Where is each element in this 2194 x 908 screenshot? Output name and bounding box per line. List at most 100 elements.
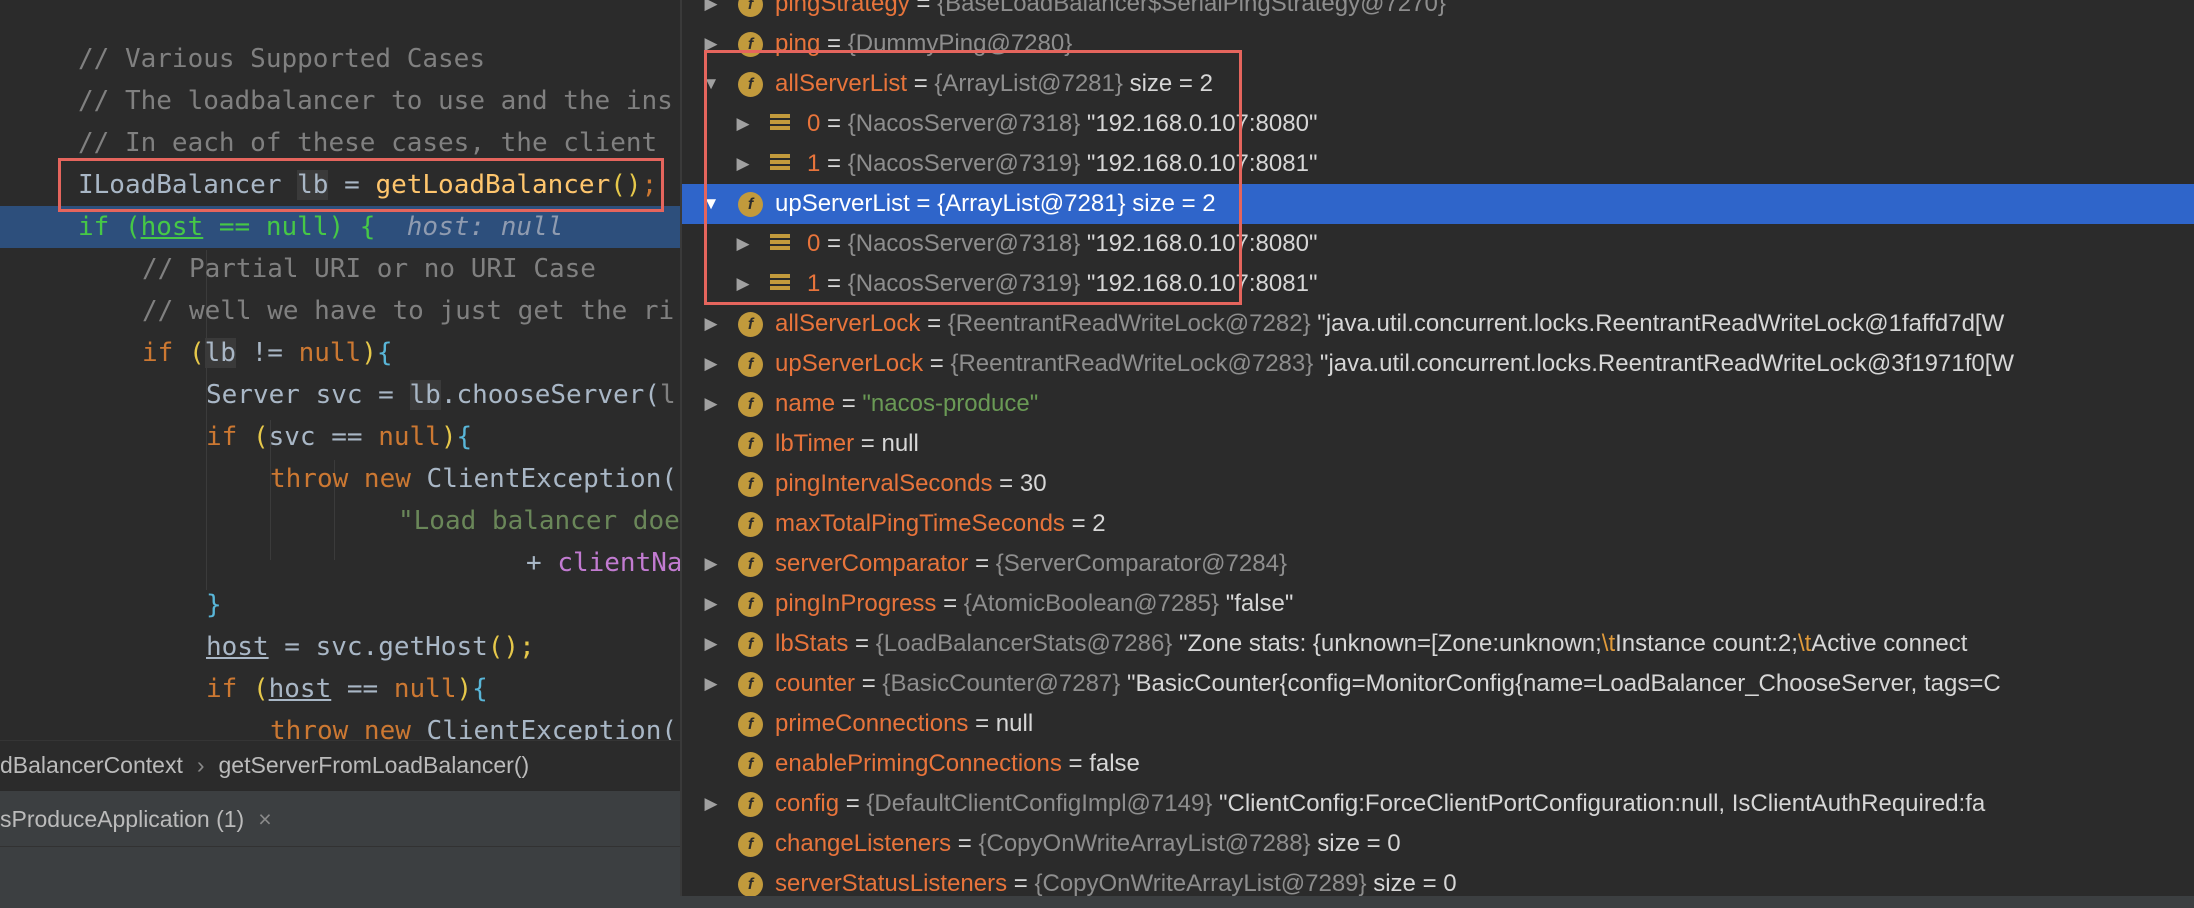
code-line-text: throw new ClientException( — [270, 710, 677, 740]
code-token: = svc.getHost — [268, 632, 488, 662]
variables-panel: ▶ f pingStrategy = {BaseLoadBalancer$Seria… — [680, 0, 2194, 908]
variable-text: primeConnections = null — [775, 704, 1033, 744]
variable-name: enablePrimingConnections — [775, 750, 1062, 777]
horizontal-scrollbar[interactable] — [680, 896, 2194, 908]
code-line[interactable]: throw new ClientException( — [0, 458, 680, 500]
expand-arrow-icon[interactable]: ▶ — [700, 0, 722, 24]
breadcrumb-item-class[interactable]: dBalancerContext — [0, 752, 183, 778]
variable-row-config[interactable]: ▶ f config = {DefaultClientConfigImpl@7149… — [682, 784, 2194, 824]
equals-sign: = — [839, 790, 867, 817]
expand-arrow-icon[interactable]: ▶ — [700, 384, 722, 424]
variable-text: lbTimer = null — [775, 424, 919, 464]
variable-value: 30 — [1019, 470, 1047, 497]
variable-row-pingStrategy[interactable]: ▶ f pingStrategy = {BaseLoadBalancer$Seria… — [682, 0, 2194, 24]
variable-row-enablePrimingConnections[interactable]: f enablePrimingConnections = false — [682, 744, 2194, 784]
variable-value: "BasicCounter{config=MonitorConfig{name=… — [1126, 670, 2001, 697]
variable-row-pingIntervalSeconds[interactable]: f pingIntervalSeconds = 30 — [682, 464, 2194, 504]
variable-row-counter[interactable]: ▶ f counter = {BasicCounter@7287} "BasicCo… — [682, 664, 2194, 704]
breadcrumb: dBalancerContext › getServerFromLoadBalanc… — [0, 740, 680, 791]
variable-text: counter = {BasicCounter@7287} "BasicCoun… — [775, 664, 2001, 704]
code-line-text: if (host == null) { host: null — [78, 206, 563, 248]
code-line[interactable]: if (svc == null){ — [0, 416, 680, 458]
code-line[interactable]: // Various Supported Cases — [0, 38, 680, 80]
expand-arrow-icon[interactable]: ▶ — [700, 624, 722, 664]
variable-type-ref: {ReentrantReadWriteLock@7283} — [950, 350, 1314, 377]
equals-sign: = — [1064, 510, 1093, 537]
variable-type-ref: {BaseLoadBalancer$SerialPingStrategy@727… — [937, 0, 1446, 17]
variable-name: allServerLock — [775, 310, 921, 337]
variable-name: primeConnections — [775, 710, 969, 737]
code-token: null — [265, 212, 329, 242]
variable-row-lbTimer[interactable]: f lbTimer = null — [682, 424, 2194, 464]
field-icon: f — [738, 472, 763, 497]
variable-row-serverComparator[interactable]: ▶ f serverComparator = {ServerComparator@7… — [682, 544, 2194, 584]
code-line[interactable]: host = svc.getHost(); — [0, 626, 680, 668]
code-token: ) — [440, 422, 457, 452]
variable-text: enablePrimingConnections = false — [775, 744, 1140, 784]
expand-arrow-icon[interactable]: ▶ — [700, 544, 722, 584]
code-editor[interactable]: // Various Supported Cases // The loadbal… — [0, 0, 680, 740]
code-token: ) { — [328, 212, 407, 242]
field-icon: f — [738, 392, 763, 417]
variable-name: config — [775, 790, 840, 817]
breadcrumb-item-method[interactable]: getServerFromLoadBalancer() — [219, 752, 530, 778]
breadcrumb-separator: › — [196, 752, 205, 778]
expand-arrow-icon[interactable]: ▶ — [700, 784, 722, 824]
variable-row-upServerLock[interactable]: ▶ f upServerLock = {ReentrantReadWriteLock… — [682, 344, 2194, 384]
variable-type-ref: {ServerComparator@7284} — [995, 550, 1287, 577]
code-line-text: if (svc == null){ — [206, 416, 472, 458]
code-token: if — [142, 338, 189, 368]
code-line[interactable]: if (lb != null){ — [0, 332, 680, 374]
code-line[interactable]: throw new ClientException( — [0, 710, 680, 740]
editor-panel: // Various Supported Cases // The loadbal… — [0, 0, 680, 908]
code-token: // The loadbalancer to use and the ins — [78, 86, 673, 116]
variable-row-pingInProgress[interactable]: ▶ f pingInProgress = {AtomicBoolean@7285} … — [682, 584, 2194, 624]
code-line-text: // The loadbalancer to use and the ins — [78, 80, 673, 122]
variable-name: pingStrategy — [775, 0, 910, 17]
variable-value: size = 0 — [1373, 870, 1457, 897]
code-token: + — [526, 548, 558, 578]
code-line-text: throw new ClientException( — [270, 458, 677, 500]
expand-arrow-icon[interactable]: ▶ — [700, 664, 722, 704]
field-icon: f — [738, 872, 763, 897]
run-tab-label: sProduceApplication (1) — [0, 806, 245, 832]
code-line[interactable]: + clientNa — [0, 542, 680, 584]
execution-line[interactable]: if (host == null) { host: null — [0, 206, 680, 248]
code-line[interactable]: "Load balancer doe — [0, 500, 680, 542]
code-line[interactable]: Server svc = lb.chooseServer(l — [0, 374, 680, 416]
field-icon: f — [738, 0, 763, 17]
code-line-text: + clientNa — [526, 542, 680, 584]
expand-arrow-icon[interactable]: ▶ — [700, 344, 722, 384]
equals-sign: = — [951, 830, 979, 857]
code-token: throw new — [270, 716, 427, 740]
variable-value: 2 — [1092, 510, 1106, 537]
code-token: host — [268, 674, 332, 704]
code-line[interactable]: // The loadbalancer to use and the ins — [0, 80, 680, 122]
equals-sign: = — [923, 350, 951, 377]
variable-name: counter — [775, 670, 856, 697]
code-line-text: } — [206, 584, 222, 626]
variable-row-lbStats[interactable]: ▶ f lbStats = {LoadBalancerStats@7286} "Zo… — [682, 624, 2194, 664]
code-line[interactable]: } — [0, 584, 680, 626]
equals-sign: = — [835, 390, 863, 417]
expand-arrow-icon[interactable]: ▶ — [700, 584, 722, 624]
code-token: clientNa — [557, 548, 680, 578]
variable-row-name[interactable]: ▶ f name = "nacos-produce" — [682, 384, 2194, 424]
code-token: ( — [188, 338, 205, 368]
run-tab[interactable]: sProduceApplication (1) × — [0, 790, 680, 847]
variable-row-changeListeners[interactable]: f changeListeners = {CopyOnWriteArrayList… — [682, 824, 2194, 864]
variable-row-maxTotalPingTimeSeconds[interactable]: f maxTotalPingTimeSeconds = 2 — [682, 504, 2194, 544]
code-line[interactable]: // Partial URI or no URI Case — [0, 248, 680, 290]
variable-row-allServerLock[interactable]: ▶ f allServerLock = {ReentrantReadWriteLoc… — [682, 304, 2194, 344]
variable-string-value: "nacos-produce" — [862, 390, 1039, 417]
variable-value: size = 0 — [1317, 830, 1401, 857]
code-line[interactable]: if (host == null){ — [0, 668, 680, 710]
expand-arrow-icon[interactable]: ▶ — [700, 304, 722, 344]
equals-sign: = — [855, 670, 883, 697]
close-icon[interactable]: × — [258, 806, 271, 832]
variable-row-primeConnections[interactable]: f primeConnections = null — [682, 704, 2194, 744]
variable-type-ref: {LoadBalancerStats@7286} — [875, 630, 1173, 657]
code-token: svc == — [268, 422, 379, 452]
code-line[interactable]: // well we have to just get the ri — [0, 290, 680, 332]
